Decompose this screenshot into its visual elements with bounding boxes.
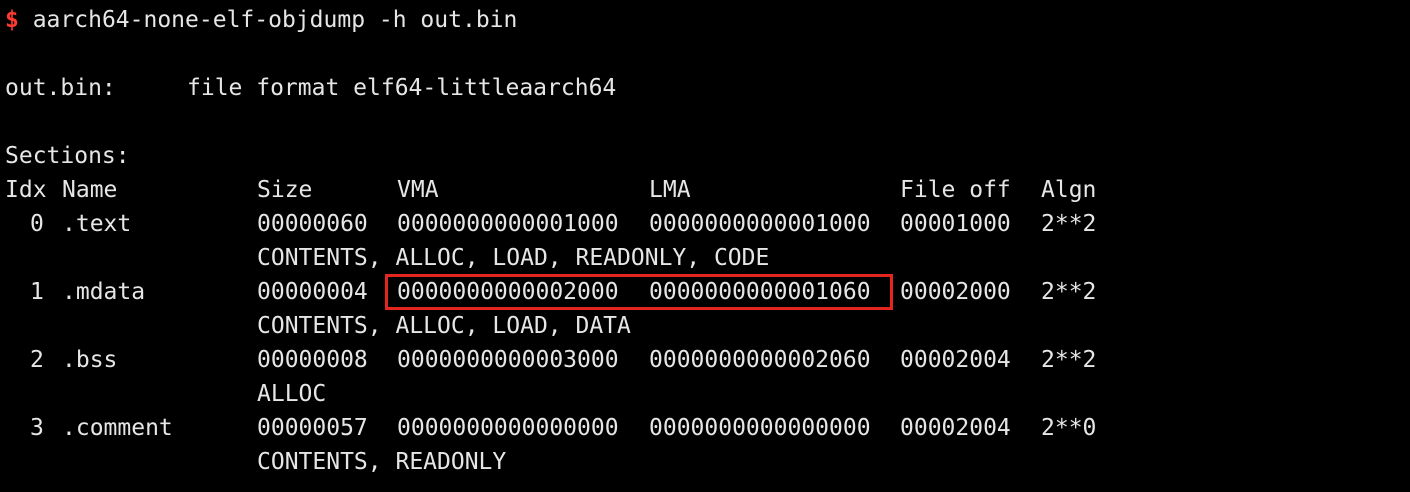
section-name: .comment (62, 415, 173, 441)
command-text: aarch64-none-elf-objdump -h out.bin (18, 7, 518, 33)
section-size: 00000004 (257, 279, 368, 305)
section-idx: 2 (30, 347, 44, 373)
section-idx: 0 (30, 211, 44, 237)
highlight-box (385, 274, 893, 310)
header-lma: LMA (649, 177, 691, 203)
section-name: .text (62, 211, 132, 237)
header-name: Name (62, 177, 118, 203)
section-lma: 0000000000002060 (649, 347, 871, 373)
section-flags: CONTENTS, ALLOC, LOAD, READONLY, CODE (257, 245, 770, 271)
section-file-off: 00001000 (900, 211, 1011, 237)
section-size: 00000060 (257, 211, 368, 237)
header-idx: Idx (5, 177, 47, 203)
section-algn: 2**2 (1041, 347, 1097, 373)
command-line: $ aarch64-none-elf-objdump -h out.bin (5, 3, 517, 37)
file-name: out.bin: (5, 75, 116, 101)
sections-label: Sections: (5, 143, 130, 169)
section-file-off: 00002000 (900, 279, 1011, 305)
section-idx: 3 (30, 415, 44, 441)
section-idx: 1 (30, 279, 44, 305)
header-vma: VMA (397, 177, 439, 203)
section-flags: ALLOC (257, 381, 327, 407)
header-algn: Algn (1041, 177, 1097, 203)
section-name: .mdata (62, 279, 146, 305)
section-file-off: 00002004 (900, 347, 1011, 373)
file-format: file format elf64-littleaarch64 (187, 75, 617, 101)
section-algn: 2**0 (1041, 415, 1097, 441)
section-name: .bss (62, 347, 118, 373)
section-vma: 0000000000003000 (397, 347, 619, 373)
section-size: 00000008 (257, 347, 368, 373)
section-lma: 0000000000001000 (649, 211, 871, 237)
section-size: 00000057 (257, 415, 368, 441)
section-flags: CONTENTS, READONLY (257, 449, 507, 475)
section-flags: CONTENTS, ALLOC, LOAD, DATA (257, 313, 631, 339)
section-algn: 2**2 (1041, 211, 1097, 237)
header-file-off: File off (900, 177, 1011, 203)
header-size: Size (257, 177, 313, 203)
section-vma: 0000000000001000 (397, 211, 619, 237)
section-lma: 0000000000000000 (649, 415, 871, 441)
terminal-window[interactable]: $ aarch64-none-elf-objdump -h out.bin ou… (0, 0, 1410, 492)
section-file-off: 00002004 (900, 415, 1011, 441)
section-vma: 0000000000000000 (397, 415, 619, 441)
section-algn: 2**2 (1041, 279, 1097, 305)
prompt-symbol: $ (5, 7, 19, 33)
